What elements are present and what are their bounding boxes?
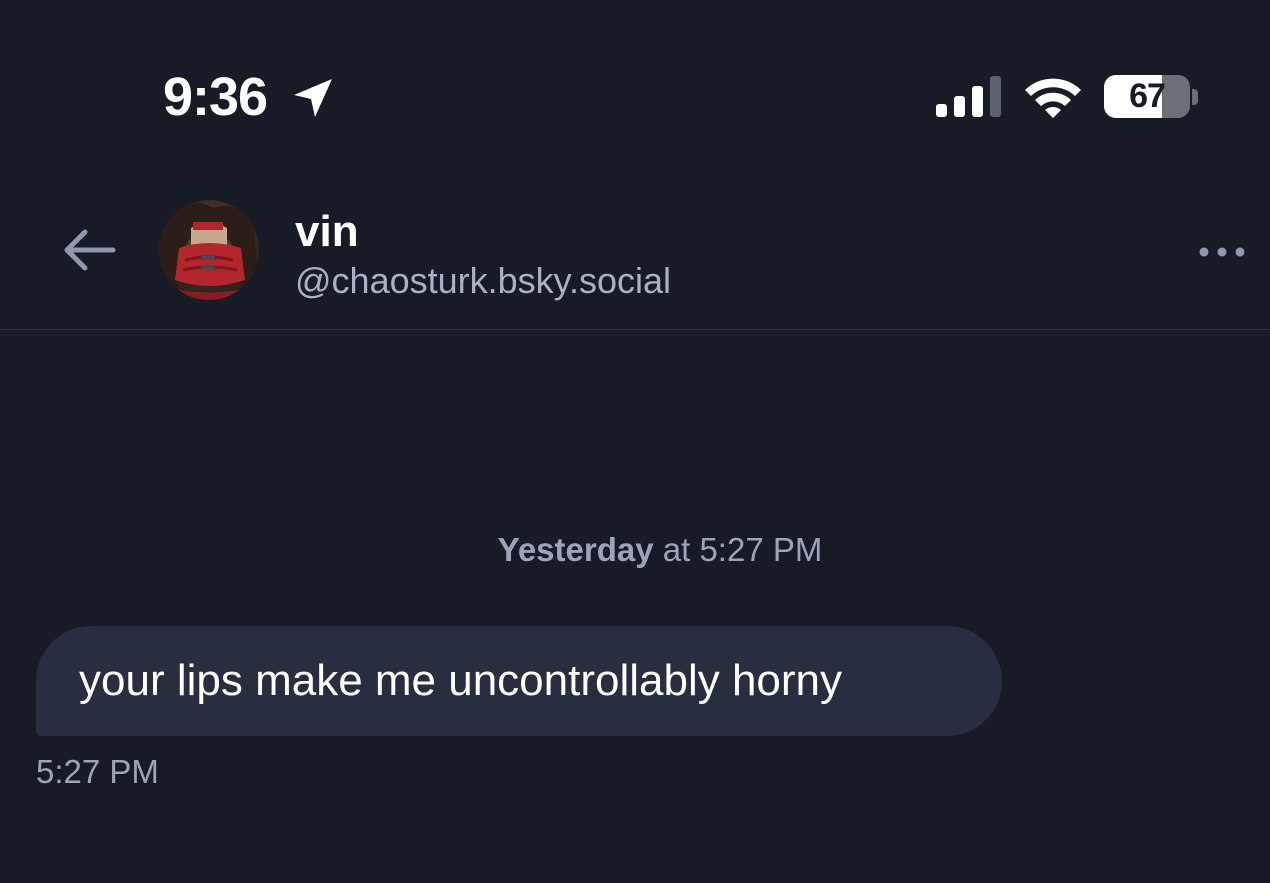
cellular-signal-icon [936,76,1001,117]
user-handle[interactable]: @chaosturk.bsky.social [295,260,671,302]
signal-bar-4 [990,76,1001,117]
ellipsis-icon [1199,247,1245,257]
date-separator-day: Yesterday [497,531,654,568]
signal-bar-1 [936,104,947,117]
signal-bar-2 [954,96,965,117]
avatar-image [159,200,259,300]
avatar[interactable] [159,200,259,300]
more-options-button[interactable] [1192,232,1252,272]
message-bubble[interactable]: your lips make me uncontrollably horny [36,626,1002,736]
message-timestamp: 5:27 PM [36,753,159,790]
header-divider [0,329,1270,330]
message-text: your lips make me uncontrollably horny [79,656,843,705]
battery-cap [1192,89,1198,105]
location-arrow-icon [294,79,332,117]
arrow-left-icon [64,229,116,271]
date-separator: Yesterday at 5:27 PM [0,530,1270,570]
display-name[interactable]: vin [295,206,359,258]
wifi-icon [1025,78,1081,118]
battery-percent: 67 [1129,77,1166,115]
battery-icon: 67 [1104,75,1190,118]
status-time: 9:36 [163,67,268,127]
dm-conversation-screen: 9:36 67 vin @chaosturk.bsky.social Yeste… [0,0,1270,883]
signal-bar-3 [972,86,983,117]
back-button[interactable] [52,220,126,280]
date-separator-time: at 5:27 PM [653,531,823,568]
